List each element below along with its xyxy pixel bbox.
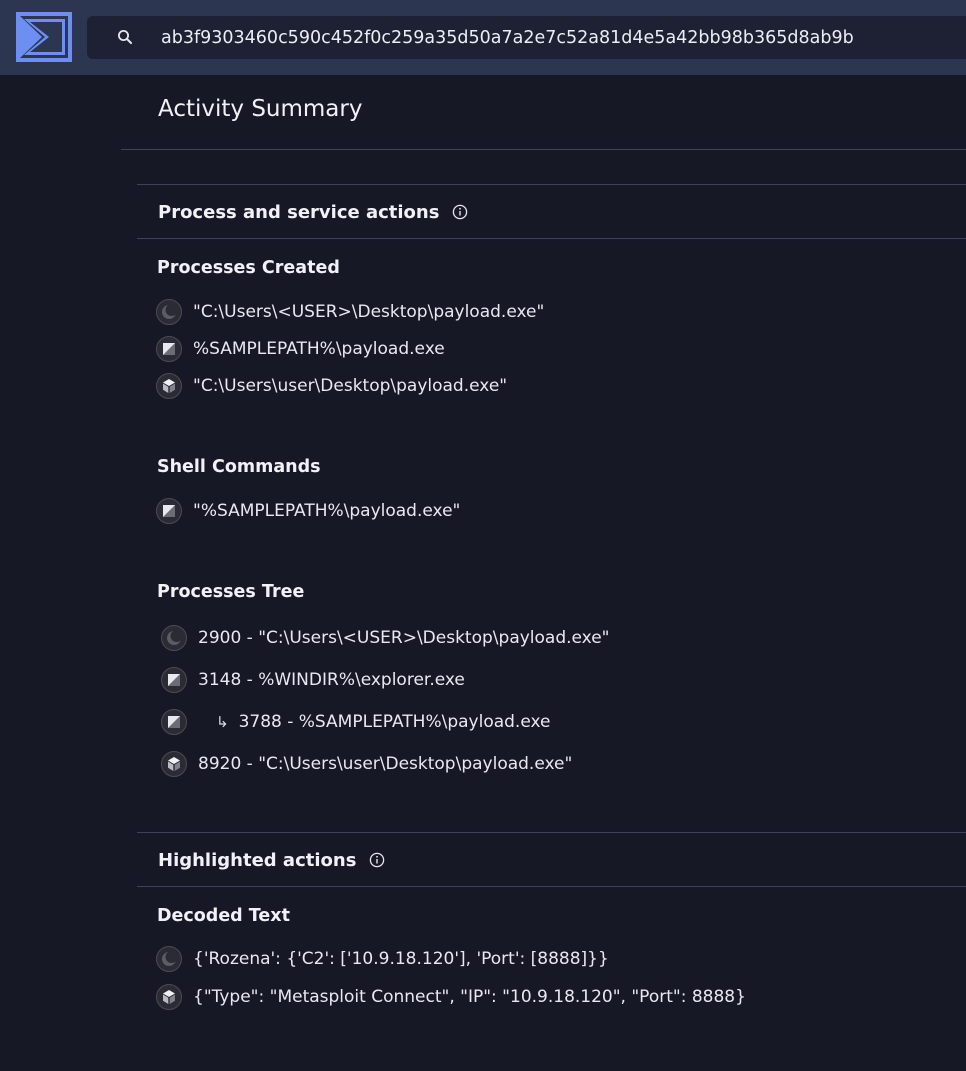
list-item: {'Rozena': {'C2': ['10.9.18.120'], 'Port…: [156, 945, 609, 973]
sandbox-crescent-icon: [156, 946, 182, 972]
sandbox-diagonal-icon: [156, 336, 182, 362]
search-input[interactable]: [161, 16, 961, 59]
decoded-text: {'Rozena': {'C2': ['10.9.18.120'], 'Port…: [193, 949, 609, 969]
shell-command: "%SAMPLEPATH%\payload.exe": [193, 501, 461, 521]
list-item: "C:\Users\<USER>\Desktop\payload.exe": [156, 298, 544, 326]
sandbox-crescent-icon: [161, 625, 187, 651]
shell-commands-title: Shell Commands: [157, 457, 321, 477]
sandbox-diagonal-icon: [156, 498, 182, 524]
section-divider: [137, 238, 966, 239]
process-path: %SAMPLEPATH%\payload.exe: [193, 339, 445, 359]
section-title: Highlighted actions: [158, 849, 357, 871]
info-icon[interactable]: [369, 852, 385, 868]
sandbox-cube-icon: [156, 373, 182, 399]
sigma-logo-icon[interactable]: [16, 12, 72, 62]
sandbox-cube-icon: [156, 984, 182, 1010]
tree-process: 3148 - %WINDIR%\explorer.exe: [198, 670, 465, 690]
section-header-process-actions: Process and service actions: [158, 199, 468, 225]
list-item: "C:\Users\user\Desktop\payload.exe": [156, 372, 507, 400]
tree-item-child: ↳ 3788 - %SAMPLEPATH%\payload.exe: [161, 708, 551, 736]
processes-created-title: Processes Created: [157, 258, 340, 278]
processes-tree-title: Processes Tree: [157, 582, 305, 602]
sandbox-diagonal-icon: [161, 667, 187, 693]
tree-item: 3148 - %WINDIR%\explorer.exe: [161, 666, 465, 694]
sandbox-cube-icon: [161, 751, 187, 777]
sandbox-diagonal-icon: [161, 709, 187, 735]
search-bar[interactable]: [87, 16, 966, 59]
list-item: {"Type": "Metasploit Connect", "IP": "10…: [156, 983, 746, 1011]
tree-item: 8920 - "C:\Users\user\Desktop\payload.ex…: [161, 750, 572, 778]
section-title: Process and service actions: [158, 201, 440, 223]
title-divider: [121, 149, 966, 150]
search-icon[interactable]: [116, 28, 134, 46]
tree-process: 3788 - %SAMPLEPATH%\payload.exe: [238, 712, 551, 732]
tree-process: 2900 - "C:\Users\<USER>\Desktop\payload.…: [198, 628, 610, 648]
list-item: "%SAMPLEPATH%\payload.exe": [156, 497, 460, 525]
sandbox-crescent-icon: [156, 299, 182, 325]
process-path: "C:\Users\user\Desktop\payload.exe": [193, 376, 508, 396]
section-divider: [137, 886, 966, 887]
info-icon[interactable]: [452, 204, 468, 220]
section-divider: [137, 832, 966, 833]
decoded-text-title: Decoded Text: [157, 906, 290, 926]
page-title: Activity Summary: [158, 96, 363, 122]
tree-item: 2900 - "C:\Users\<USER>\Desktop\payload.…: [161, 624, 610, 652]
child-arrow-icon: ↳: [216, 713, 229, 731]
top-bar: [0, 0, 966, 75]
tree-process: 8920 - "C:\Users\user\Desktop\payload.ex…: [198, 754, 573, 774]
list-item: %SAMPLEPATH%\payload.exe: [156, 335, 445, 363]
process-path: "C:\Users\<USER>\Desktop\payload.exe": [193, 302, 545, 322]
section-divider: [137, 184, 966, 185]
section-header-highlighted-actions: Highlighted actions: [158, 847, 385, 873]
decoded-text: {"Type": "Metasploit Connect", "IP": "10…: [193, 987, 746, 1007]
